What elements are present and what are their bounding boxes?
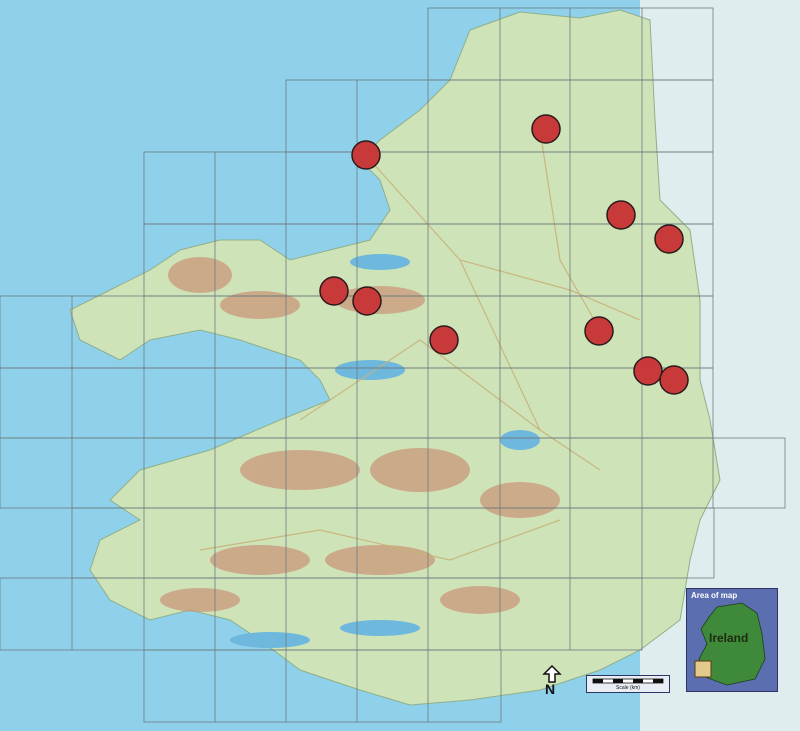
location-marker[interactable] (531, 114, 561, 144)
inset-country-label: Ireland (709, 631, 749, 645)
location-marker[interactable] (654, 224, 684, 254)
scale-caption: Scale (km) (616, 685, 640, 691)
location-marker[interactable] (351, 140, 381, 170)
location-marker[interactable] (319, 276, 349, 306)
inset-map: Area of map Ireland (686, 588, 778, 692)
north-label: N (545, 681, 556, 697)
location-marker[interactable] (429, 325, 459, 355)
north-arrow: N (541, 664, 563, 699)
location-marker[interactable] (606, 200, 636, 230)
map-base (0, 0, 800, 731)
location-marker[interactable] (659, 365, 689, 395)
location-marker[interactable] (584, 316, 614, 346)
map-canvas[interactable]: N Scale (km) Area of map Ireland (0, 0, 800, 731)
location-marker[interactable] (352, 286, 382, 316)
scale-bar: Scale (km) (586, 675, 670, 693)
location-marker[interactable] (633, 356, 663, 386)
